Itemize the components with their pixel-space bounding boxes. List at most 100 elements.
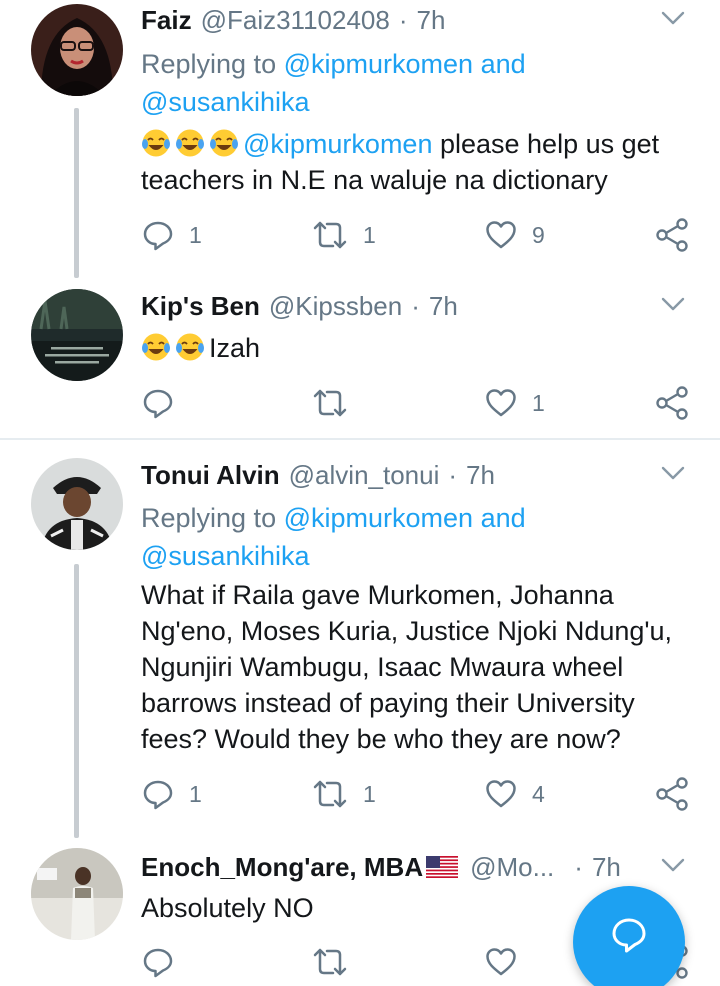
- replying-prefix: Replying to: [141, 503, 277, 533]
- mention-link[interactable]: @susankihika: [141, 87, 310, 117]
- timestamp[interactable]: 7h: [466, 460, 495, 491]
- tears-of-joy-emoji: [210, 129, 238, 157]
- display-name[interactable]: Faiz: [141, 5, 192, 36]
- avatar[interactable]: [31, 458, 123, 550]
- tweet-text-line: Ngunjiri Wambugu, Isaac Mwaura wheel: [141, 652, 624, 682]
- mention-and[interactable]: and: [481, 49, 526, 79]
- like-icon: [486, 780, 516, 808]
- timestamp[interactable]: 7h: [429, 291, 458, 322]
- separator: ·: [411, 290, 420, 321]
- reply-button[interactable]: 1: [141, 774, 202, 814]
- tweet-header: Tonui Alvin @alvin_tonui · 7h: [141, 455, 690, 495]
- us-flag-icon: [426, 856, 459, 878]
- reply-button[interactable]: [141, 383, 189, 423]
- tweet-header: Faiz @Faiz31102408 · 7h: [141, 0, 690, 40]
- like-button[interactable]: 4: [484, 774, 545, 814]
- mention-link[interactable]: @kipmurkomen: [243, 129, 432, 159]
- share-button[interactable]: [654, 383, 690, 423]
- tears-of-joy-emoji: [142, 333, 170, 361]
- retweet-icon: [313, 389, 347, 417]
- replying-to: Replying to @kipmurkomen and @susankihik…: [141, 499, 690, 575]
- like-icon: [486, 221, 516, 249]
- tweet-header: Kip's Ben @Kipssben · 7h: [141, 286, 690, 326]
- tweet-actions: 1: [141, 383, 701, 423]
- timestamp[interactable]: 7h: [592, 852, 621, 883]
- reply-icon: [143, 780, 173, 810]
- tweet-text-line: barrows instead of paying their Universi…: [141, 688, 635, 718]
- thread-line: [74, 108, 79, 278]
- thread-divider: [0, 438, 720, 440]
- reply-icon: [143, 389, 173, 419]
- retweet-count: 1: [363, 780, 376, 807]
- tears-of-joy-emoji: [142, 129, 170, 157]
- avatar[interactable]: [31, 848, 123, 940]
- handle[interactable]: @Faiz31102408: [201, 5, 390, 36]
- chevron-down-icon[interactable]: [660, 856, 686, 874]
- handle[interactable]: @alvin_tonui: [289, 460, 440, 491]
- share-button[interactable]: [654, 774, 690, 814]
- tweet-tonui-alvin[interactable]: Tonui Alvin @alvin_tonui · 7h Replying t…: [0, 452, 720, 842]
- chevron-down-icon[interactable]: [660, 9, 686, 27]
- replying-to: Replying to @kipmurkomen and @susankihik…: [141, 45, 690, 121]
- display-name[interactable]: Kip's Ben: [141, 291, 260, 322]
- like-icon: [486, 948, 516, 976]
- tweet-header: Enoch_Mong'are, MBA @Mo... · 7h: [141, 847, 690, 887]
- reply-button[interactable]: 1: [141, 215, 202, 255]
- tears-of-joy-emoji: [176, 129, 204, 157]
- share-button[interactable]: [654, 215, 690, 255]
- chevron-down-icon[interactable]: [660, 295, 686, 313]
- tweet-kips-ben[interactable]: Kip's Ben @Kipssben · 7h Izah 1: [0, 282, 720, 440]
- compose-reply-button[interactable]: [573, 886, 685, 986]
- timestamp[interactable]: 7h: [417, 5, 446, 36]
- replying-prefix: Replying to: [141, 49, 277, 79]
- tweet-actions: 1 1 9: [141, 215, 701, 255]
- like-count: 1: [532, 389, 545, 416]
- reply-icon: [143, 948, 173, 978]
- tweet-text: Absolutely NO: [141, 893, 314, 923]
- retweet-icon: [313, 221, 347, 249]
- tears-of-joy-emoji: [176, 333, 204, 361]
- mention-and[interactable]: and: [481, 503, 526, 533]
- retweet-count: 1: [363, 221, 376, 248]
- retweet-button[interactable]: 1: [311, 774, 376, 814]
- tweet-body: Izah: [141, 330, 686, 366]
- tweet-body: What if Raila gave Murkomen, Johanna Ng'…: [141, 577, 686, 757]
- tweet-text-line: What if Raila gave Murkomen, Johanna: [141, 580, 614, 610]
- retweet-button[interactable]: 1: [311, 215, 376, 255]
- mention-link[interactable]: @susankihika: [141, 541, 310, 571]
- reply-icon: [143, 221, 173, 251]
- reply-button[interactable]: [141, 942, 189, 982]
- share-icon: [656, 386, 688, 420]
- mention-link[interactable]: @kipmurkomen: [284, 49, 473, 79]
- chevron-down-icon[interactable]: [660, 464, 686, 482]
- handle[interactable]: @Kipssben: [269, 291, 402, 322]
- share-icon: [656, 777, 688, 811]
- handle[interactable]: @Mo...: [470, 852, 554, 883]
- compose-reply-icon: [612, 918, 646, 953]
- separator: ·: [574, 851, 583, 882]
- like-count: 4: [532, 780, 545, 807]
- retweet-button[interactable]: [311, 383, 363, 423]
- display-name[interactable]: Enoch_Mong'are, MBA: [141, 852, 423, 883]
- tweet-text-line: fees? Would they be who they are now?: [141, 724, 621, 754]
- like-button[interactable]: 1: [484, 383, 545, 423]
- like-button[interactable]: [484, 942, 532, 982]
- reply-count: 1: [189, 780, 202, 807]
- reply-count: 1: [189, 221, 202, 248]
- retweet-icon: [313, 948, 347, 976]
- avatar[interactable]: [31, 4, 123, 96]
- like-icon: [486, 389, 516, 417]
- thread-line: [74, 564, 79, 838]
- share-icon: [656, 218, 688, 252]
- like-button[interactable]: 9: [484, 215, 545, 255]
- tweet-faiz[interactable]: Faiz @Faiz31102408 · 7h Replying to @kip…: [0, 0, 720, 290]
- separator: ·: [448, 459, 458, 490]
- mention-link[interactable]: @kipmurkomen: [284, 503, 473, 533]
- retweet-button[interactable]: [311, 942, 363, 982]
- avatar[interactable]: [31, 289, 123, 381]
- tweet-actions: 1 1 4: [141, 774, 701, 814]
- display-name[interactable]: Tonui Alvin: [141, 460, 280, 491]
- tweet-text-line: Ng'eno, Moses Kuria, Justice Njoki Ndung…: [141, 616, 673, 646]
- separator: ·: [398, 4, 408, 35]
- tweet-text: Izah: [209, 333, 261, 363]
